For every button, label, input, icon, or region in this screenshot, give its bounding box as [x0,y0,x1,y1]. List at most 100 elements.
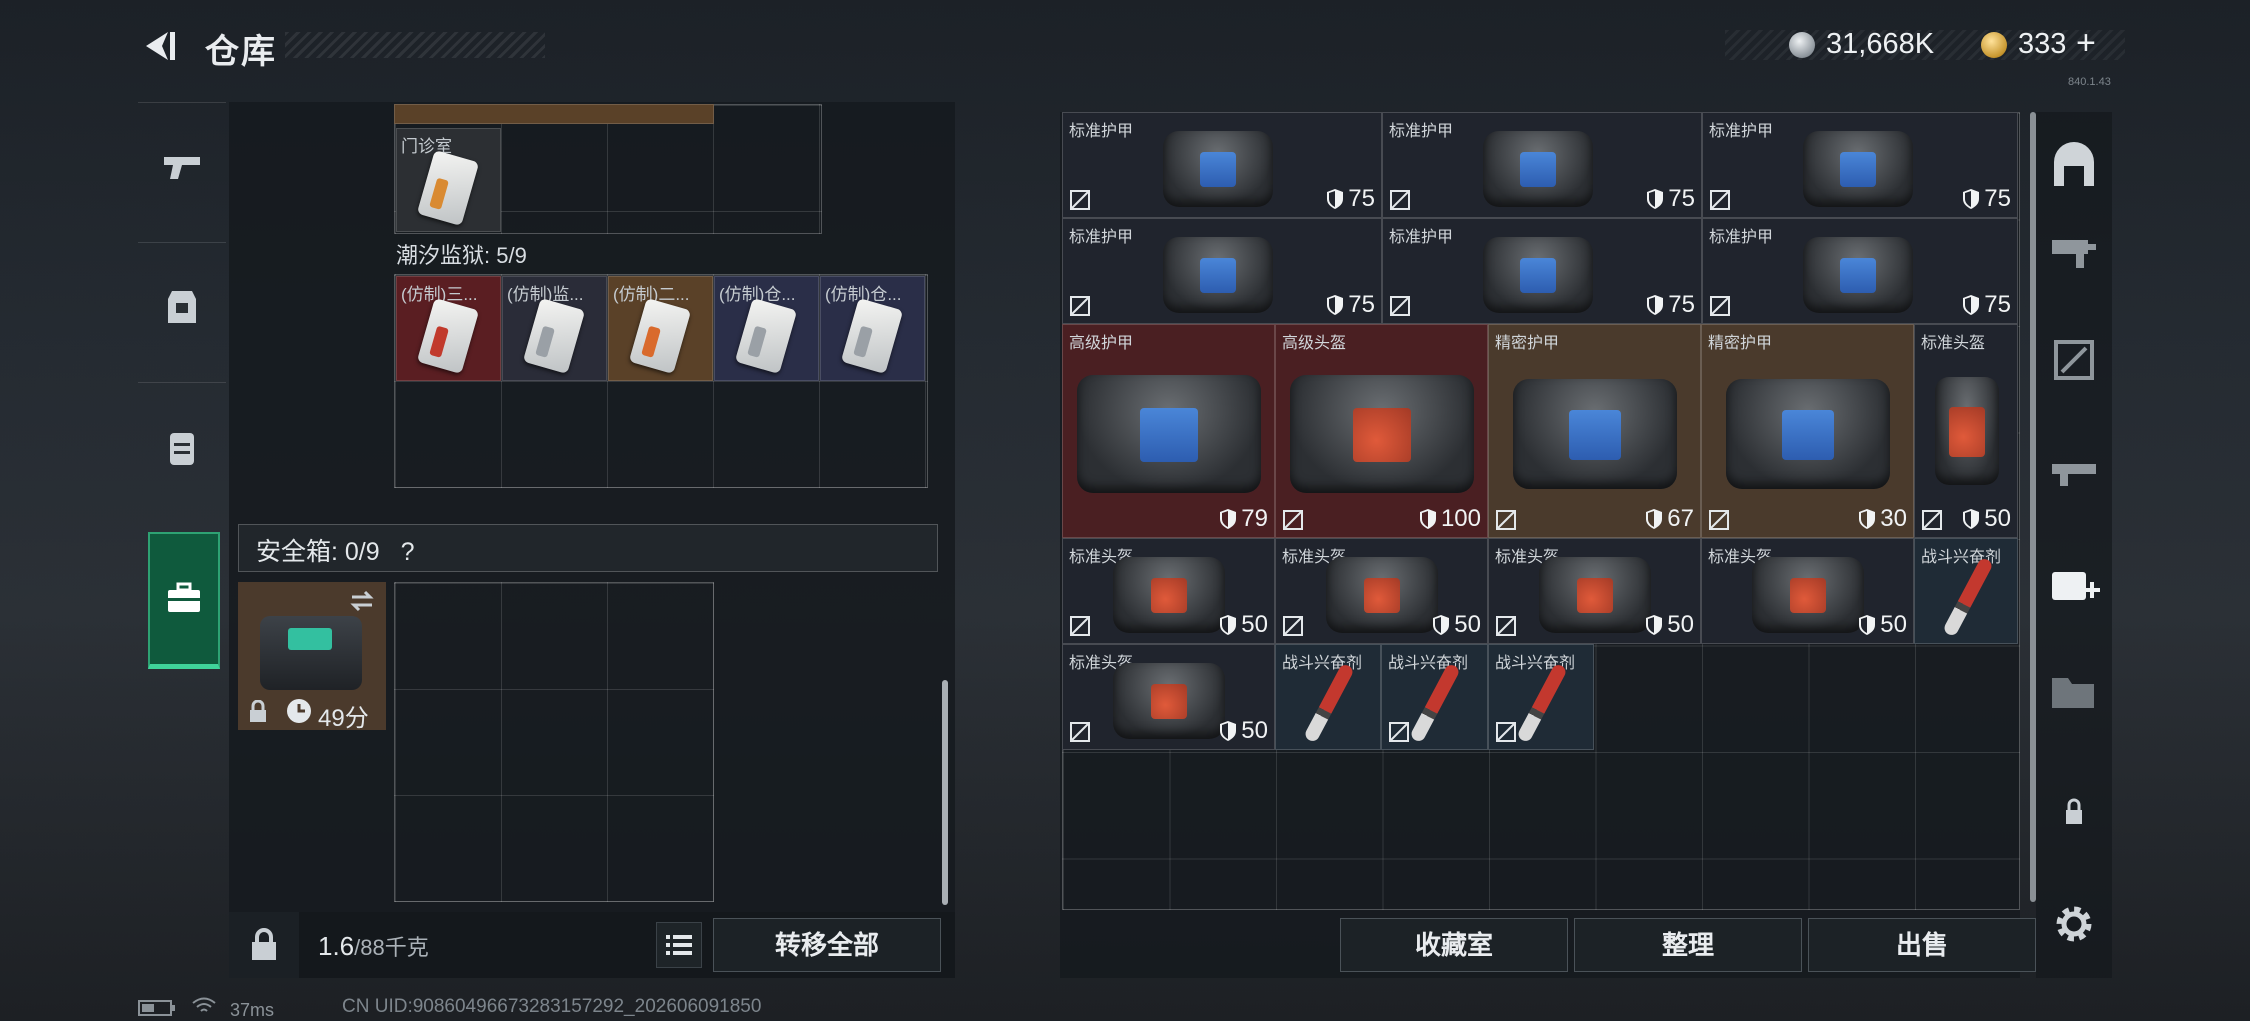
page-title: 仓库 [205,33,277,71]
stash-item[interactable]: 标准头盔 50 [1488,538,1701,644]
keycard-icon [416,149,480,227]
silver-coin-icon [1789,32,1815,58]
stash-tab-1[interactable] [2046,222,2102,278]
collection-room-button[interactable]: 收藏室 [1340,918,1568,972]
stash-tab-4-add[interactable] [2046,558,2102,614]
swap-icon[interactable] [348,590,376,612]
keycard-slot[interactable]: (仿制)仓... [820,276,925,381]
shield-icon [1647,295,1664,315]
stash-item[interactable]: 标准护甲 75 [1702,112,2018,218]
stash-tab-all[interactable] [2046,138,2102,194]
nav-tab-armor[interactable] [138,242,226,373]
stash-item[interactable]: 战斗兴奋剂 [1275,644,1381,750]
durability: 100 [1419,505,1481,533]
durability: 75 [1962,291,2011,319]
list-view-button[interactable] [656,922,702,968]
durability-value: 75 [1348,185,1375,212]
safebox-capacity-text: 安全箱: 0/9 [256,538,380,566]
attachment-stash-icon [2052,464,2096,486]
add-gold-button[interactable]: + [2076,24,2096,63]
back-button[interactable] [138,26,178,66]
keycard-icon [734,297,798,375]
stash-item[interactable]: 标准头盔 50 [1914,324,2018,538]
stash-tab-3[interactable] [2046,442,2102,498]
durability-value: 75 [1668,185,1695,212]
helmet-bag-icon [1752,557,1864,633]
durability: 50 [1858,611,1907,639]
no-trade-icon [1070,722,1090,742]
nav-tab-safebox[interactable] [148,532,220,669]
shield-icon [1647,189,1664,209]
no-trade-icon [1710,190,1730,210]
durability-value: 50 [1241,611,1268,638]
no-trade-icon [1070,296,1090,316]
keycard-icon [416,297,480,375]
no-trade-icon [1496,722,1516,742]
stash-item[interactable]: 标准头盔 50 [1275,538,1488,644]
stimulant-injector-icon [1409,662,1461,744]
durability: 75 [1646,291,1695,319]
stash-item[interactable]: 标准护甲 75 [1702,218,2018,324]
no-trade-icon [1709,510,1729,530]
transfer-all-button[interactable]: 转移全部 [713,918,941,972]
help-button[interactable]: ? [401,538,415,566]
stash-item[interactable]: 精密护甲 30 [1701,324,1914,538]
stash-item[interactable]: 标准护甲 75 [1062,112,1382,218]
keycard-slot[interactable]: (仿制)仓... [714,276,819,381]
stimulant-injector-icon [1516,662,1568,744]
stash-item[interactable]: 战斗兴奋剂 [1381,644,1488,750]
durability: 50 [1219,611,1268,639]
vault-icon [2054,142,2094,186]
keycard-slot[interactable]: (仿制)二... [608,276,713,381]
keycard-slot[interactable]: (仿制)监... [502,276,607,381]
title-decoration [285,32,545,58]
left-nav [138,102,226,694]
gold-balance: 333 [2018,28,2067,60]
no-trade-icon [1390,190,1410,210]
nav-tab-backpack[interactable] [138,382,226,513]
stash-tab-2[interactable] [2046,332,2102,388]
durability-value: 50 [1984,505,2011,532]
pouch-scrollbar[interactable] [942,680,948,905]
stash-tab-5[interactable] [2046,664,2102,720]
stash-item[interactable]: 标准头盔 50 [1062,538,1275,644]
keycard-slot[interactable]: (仿制)三... [396,276,501,381]
gold-coin-icon [1981,32,2007,58]
stimulant-injector-icon [1303,662,1355,744]
stash-item[interactable]: 标准护甲 75 [1382,112,1702,218]
armor-bag-icon [1803,237,1913,313]
shield-icon [1859,615,1876,635]
backpack-icon [170,433,194,465]
durability-value: 50 [1880,611,1907,638]
lock-button[interactable] [229,912,299,978]
item-name: 高级头盔 [1282,335,1347,352]
stash-item[interactable]: 高级头盔 100 [1275,324,1488,538]
version-text: 840.1.43 [2068,76,2111,88]
stash-item[interactable]: 标准头盔 50 [1701,538,1914,644]
stash-item[interactable]: 战斗兴奋剂 [1914,538,2018,644]
helmet-bag-icon [1113,557,1225,633]
item-name: 标准护甲 [1389,229,1454,246]
stash-item[interactable]: 精密护甲 67 [1488,324,1701,538]
sort-button[interactable]: 整理 [1574,918,1802,972]
weight-value: 1.6 [318,931,355,961]
add-stash-icon [2052,572,2100,600]
no-trade-icon [1496,510,1516,530]
safebox-case-icon [260,616,362,690]
prison-key-count: 潮汐监狱: 5/9 [396,243,527,268]
stash-item[interactable]: 战斗兴奋剂 [1488,644,1594,750]
stash-item[interactable]: 标准护甲 75 [1382,218,1702,324]
sell-button[interactable]: 出售 [1808,918,2036,972]
item-name: 精密护甲 [1495,335,1560,352]
stash-tab-locked[interactable] [2046,784,2102,840]
stash-item[interactable]: 标准护甲 75 [1062,218,1382,324]
helmet-bag-icon [1935,377,1999,485]
settings-button[interactable] [2046,896,2102,952]
keycard-slot-clinic[interactable]: 门诊室 [396,128,501,232]
stash-item[interactable]: 高级护甲 79 [1062,324,1275,538]
shield-icon [1646,509,1663,529]
list-icon [666,935,692,955]
keycard-icon [628,297,692,375]
nav-tab-weapon[interactable] [138,102,226,233]
stash-item[interactable]: 标准头盔 50 [1062,644,1275,750]
